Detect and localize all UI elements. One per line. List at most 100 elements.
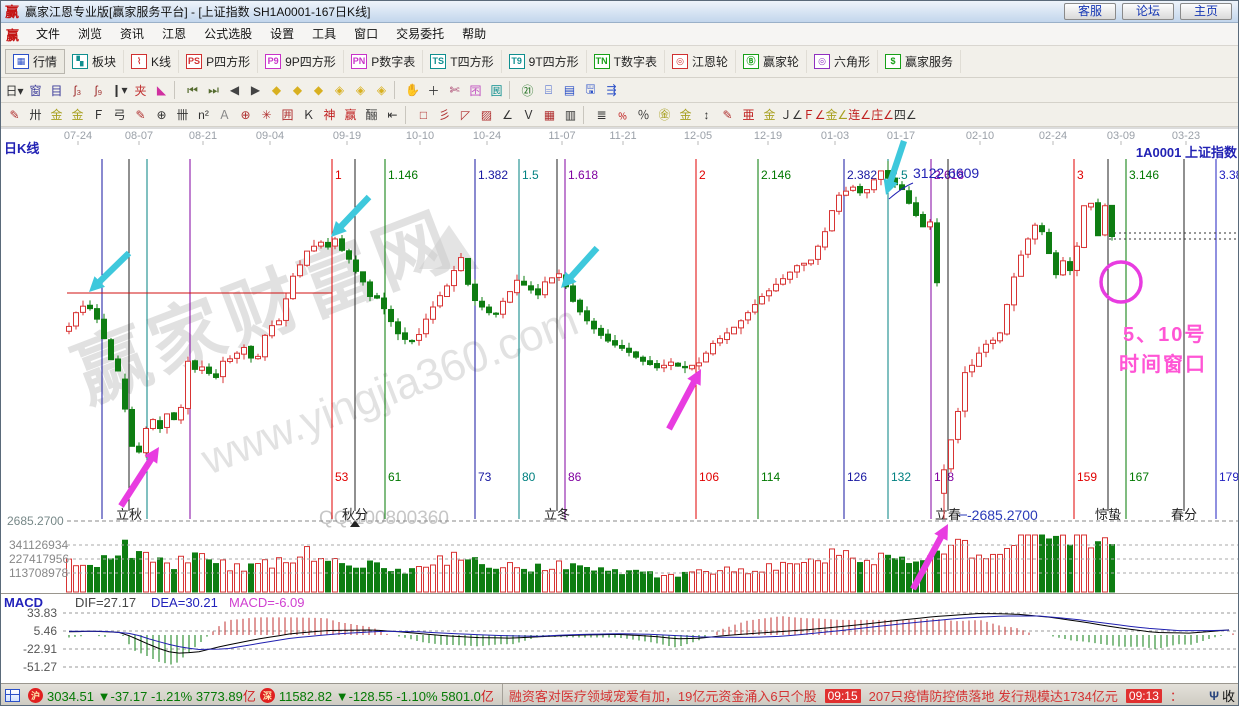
tool-icon-1-28[interactable]: ▤	[559, 80, 580, 100]
tool-icon-2-43[interactable]: 四∠	[894, 105, 917, 125]
tool-icon-2-20[interactable]: □	[413, 105, 434, 125]
tool-icon-1-17[interactable]: ◈	[350, 80, 371, 100]
menu-item-资讯[interactable]: 资讯	[111, 25, 153, 43]
tool-icon-2-38[interactable]: Ｊ∠	[780, 105, 803, 125]
menu-item-江恩[interactable]: 江恩	[153, 25, 195, 43]
news-item[interactable]: 207只疫情防控债落地 发行规模达1734亿元	[869, 686, 1118, 705]
shenzhen-index-quote[interactable]: 11582.82 ▼-128.55 -1.10% 5801.0亿	[279, 686, 494, 705]
tool-icon-2-4[interactable]: Ｆ	[88, 105, 109, 125]
tool-icon-2-27[interactable]: ▥	[560, 105, 581, 125]
tool-icon-2-13[interactable]: 囲	[277, 105, 298, 125]
tool-icon-2-22[interactable]: ◸	[455, 105, 476, 125]
toolbar-button-P数字表[interactable]: PNP数字表	[344, 50, 424, 73]
tool-icon-2-2[interactable]: 金	[46, 105, 67, 125]
tool-icon-2-39[interactable]: Ｆ∠	[803, 105, 826, 125]
tool-icon-2-0[interactable]: ✎	[4, 105, 25, 125]
tool-icon-2-21[interactable]: 彡	[434, 105, 455, 125]
menu-item-交易委托[interactable]: 交易委托	[387, 25, 453, 43]
toolbar-button-P四方形[interactable]: PSP四方形	[179, 50, 258, 73]
tool-icon-1-23[interactable]: 囨	[465, 80, 486, 100]
toolbar-button-9P四方形[interactable]: P99P四方形	[258, 50, 344, 73]
tool-icon-2-17[interactable]: 酾	[361, 105, 382, 125]
tool-icon-2-1[interactable]: 卅	[25, 105, 46, 125]
tool-icon-2-6[interactable]: ✎	[130, 105, 151, 125]
tool-icon-1-12[interactable]: ▶	[245, 80, 266, 100]
tool-icon-1-3[interactable]: ʃ₃	[67, 80, 88, 100]
tool-icon-2-40[interactable]: 金∠	[826, 105, 849, 125]
menu-item-窗口[interactable]: 窗口	[345, 25, 387, 43]
homepage-button[interactable]: 主页	[1180, 3, 1232, 20]
menu-item-帮助[interactable]: 帮助	[453, 25, 495, 43]
tool-icon-1-14[interactable]: ◆	[287, 80, 308, 100]
shanghai-index-quote[interactable]: 3034.51 ▼-37.17 -1.21% 3773.89亿	[47, 686, 256, 705]
toolbar-button-行情[interactable]: ▦行情	[5, 49, 65, 74]
tool-icon-2-36[interactable]: 亜	[738, 105, 759, 125]
tool-icon-2-34[interactable]: ↕	[696, 105, 717, 125]
forum-button[interactable]: 论坛	[1122, 3, 1174, 20]
tool-icon-2-42[interactable]: 庄∠	[871, 105, 894, 125]
menu-item-工具[interactable]: 工具	[303, 25, 345, 43]
toolbar-button-9T四方形[interactable]: T99T四方形	[502, 50, 587, 73]
tool-icon-1-29[interactable]: 🖫	[580, 80, 601, 100]
quote-grid-icon[interactable]	[5, 689, 20, 702]
toolbar-button-赢家轮[interactable]: Ⓑ赢家轮	[736, 50, 807, 73]
tool-icon-1-27[interactable]: ⌸	[538, 80, 559, 100]
tool-icon-1-15[interactable]: ◆	[308, 80, 329, 100]
news-item[interactable]: 融资客对医疗领域宠爱有加，19亿元资金涌入6只个股	[509, 686, 817, 705]
tool-icon-1-4[interactable]: ʃ₉	[88, 80, 109, 100]
tool-icon-2-31[interactable]: ％	[633, 105, 654, 125]
tool-icon-2-26[interactable]: ▦	[539, 105, 560, 125]
tool-icon-2-5[interactable]: 弓	[109, 105, 130, 125]
tool-icon-1-6[interactable]: 夹	[130, 80, 151, 100]
tool-icon-2-7[interactable]: ⊕	[151, 105, 172, 125]
tool-icon-1-20[interactable]: ✋	[402, 80, 423, 100]
tool-icon-1-5[interactable]: ❙▾	[109, 80, 130, 100]
toolbar-button-六角形[interactable]: ◎六角形	[807, 50, 878, 73]
tool-icon-1-30[interactable]: ⇶	[601, 80, 622, 100]
menu-item-设置[interactable]: 设置	[261, 25, 303, 43]
chart-area[interactable]: 赢家财富网www.yingjia360.comQQ:10080036007-24…	[1, 127, 1239, 683]
tool-icon-2-32[interactable]: ㊎	[654, 105, 675, 125]
toolbar-button-江恩轮[interactable]: ◎江恩轮	[665, 50, 736, 73]
tool-icon-1-9[interactable]: ⏮	[182, 80, 203, 100]
tool-icon-1-1[interactable]: 窗	[25, 80, 46, 100]
tool-icon-1-18[interactable]: ◈	[371, 80, 392, 100]
toolbar-button-赢家服务[interactable]: $赢家服务	[878, 50, 961, 73]
tool-icon-1-26[interactable]: ㉑	[517, 80, 538, 100]
tool-icon-2-11[interactable]: ⊕	[235, 105, 256, 125]
tool-icon-2-12[interactable]: ✳	[256, 105, 277, 125]
tool-icon-1-13[interactable]: ◆	[266, 80, 287, 100]
tool-icon-1-16[interactable]: ◈	[329, 80, 350, 100]
tool-icon-1-2[interactable]: 目	[46, 80, 67, 100]
tool-icon-1-22[interactable]: ✄	[444, 80, 465, 100]
tool-icon-2-14[interactable]: Ｋ	[298, 105, 319, 125]
menu-item-浏览[interactable]: 浏览	[69, 25, 111, 43]
tool-icon-1-10[interactable]: ⏭	[203, 80, 224, 100]
chart-canvas[interactable]: 赢家财富网www.yingjia360.comQQ:10080036007-24…	[1, 127, 1239, 683]
tool-icon-2-18[interactable]: ⇤	[382, 105, 403, 125]
tool-icon-2-23[interactable]: ▨	[476, 105, 497, 125]
tool-icon-1-24[interactable]: 囻	[486, 80, 507, 100]
toolbar-button-T四方形[interactable]: TST四方形	[423, 50, 501, 73]
customer-service-button[interactable]: 客服	[1064, 3, 1116, 20]
tool-icon-1-0[interactable]: 日▾	[4, 80, 25, 100]
toolbar-button-板块[interactable]: ▚板块	[65, 50, 124, 73]
tool-icon-2-10[interactable]: Ａ	[214, 105, 235, 125]
tool-icon-2-9[interactable]: n²	[193, 105, 214, 125]
tool-icon-2-30[interactable]: ﹪	[612, 105, 633, 125]
tool-icon-2-29[interactable]: ≣	[591, 105, 612, 125]
tool-icon-2-8[interactable]: 卌	[172, 105, 193, 125]
menu-item-文件[interactable]: 文件	[27, 25, 69, 43]
tool-icon-2-41[interactable]: 连∠	[848, 105, 871, 125]
toolbar-button-K线[interactable]: ⌇K线	[124, 50, 179, 73]
tool-icon-2-37[interactable]: 金	[759, 105, 780, 125]
tool-icon-2-25[interactable]: Ｖ	[518, 105, 539, 125]
tool-icon-2-16[interactable]: 赢	[340, 105, 361, 125]
tool-icon-2-33[interactable]: 金	[675, 105, 696, 125]
tool-icon-2-24[interactable]: ∠	[497, 105, 518, 125]
tool-icon-2-15[interactable]: 神	[319, 105, 340, 125]
tool-icon-2-3[interactable]: 金	[67, 105, 88, 125]
tool-icon-2-35[interactable]: ✎	[717, 105, 738, 125]
tool-icon-1-11[interactable]: ◀	[224, 80, 245, 100]
tool-icon-1-7[interactable]: ◣	[151, 80, 172, 100]
